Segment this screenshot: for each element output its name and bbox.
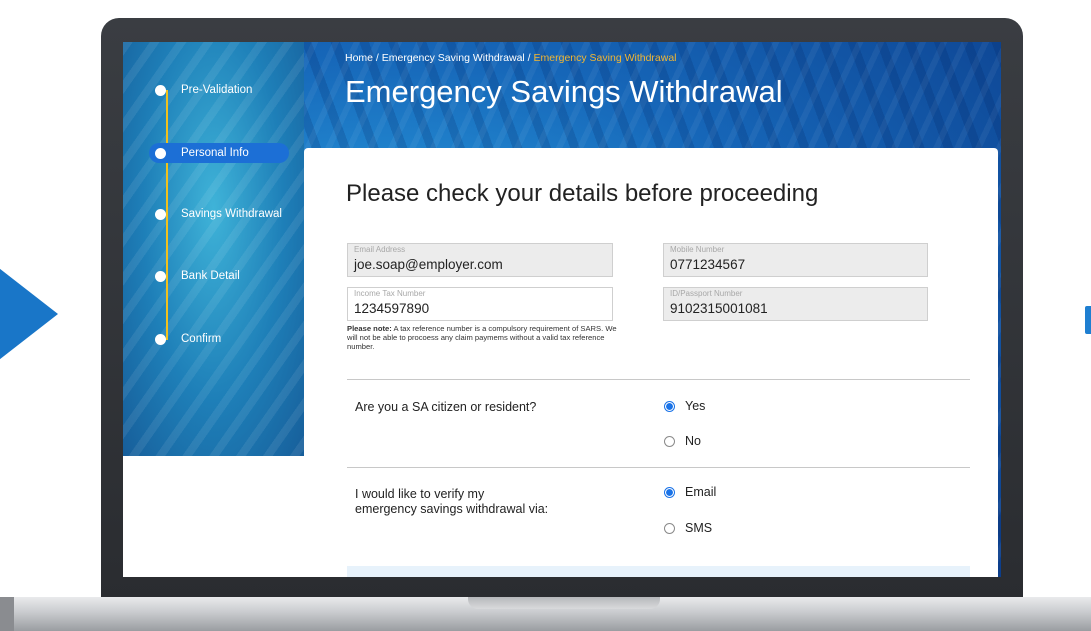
radio-unselected-icon: [664, 435, 675, 447]
step-dot: [155, 333, 166, 345]
tax-note-title: Please note:: [347, 324, 392, 333]
section-divider: [347, 379, 970, 380]
breadcrumb: Home / Emergency Saving Withdrawal / Eme…: [345, 52, 677, 64]
id-passport-field-label: ID/Passport Number: [670, 289, 743, 298]
email-field-value: joe.soap@employer.com: [354, 257, 503, 272]
step-pre-validation[interactable]: Pre-Validation: [155, 80, 295, 100]
page-canvas: Pre-Validation Personal Info Savings Wit…: [0, 0, 1091, 631]
decorative-arrow-left: [0, 258, 58, 370]
radio-label: No: [685, 434, 701, 448]
mobile-field-value: 0771234567: [670, 257, 746, 272]
verify-question-line1: I would like to verify my: [355, 487, 485, 501]
laptop-screen: Pre-Validation Personal Info Savings Wit…: [123, 42, 1001, 577]
income-tax-field-label: Income Tax Number: [354, 289, 426, 298]
step-bank-detail[interactable]: Bank Detail: [155, 266, 295, 286]
mobile-field: Mobile Number 0771234567: [663, 243, 928, 277]
step-label: Personal Info: [181, 147, 249, 159]
details-card: Please check your details before proceed…: [304, 148, 998, 577]
breadcrumb-home[interactable]: Home: [345, 52, 373, 64]
email-field-label: Email Address: [354, 245, 406, 254]
step-dot: [155, 147, 166, 159]
step-savings-withdrawal[interactable]: Savings Withdrawal: [155, 204, 295, 224]
id-passport-field: ID/Passport Number 9102315001081: [663, 287, 928, 321]
radio-citizen-yes[interactable]: Yes: [664, 399, 705, 413]
radio-verify-sms[interactable]: SMS: [664, 521, 712, 535]
step-dot: [155, 84, 166, 96]
radio-citizen-no[interactable]: No: [664, 434, 701, 448]
step-label: Pre-Validation: [181, 84, 253, 96]
laptop-notch: [468, 597, 660, 609]
verify-question-line2: emergency savings withdrawal via:: [355, 502, 549, 516]
id-passport-field-value: 9102315001081: [670, 301, 768, 316]
laptop-base: [0, 597, 1091, 631]
breadcrumb-current: Emergency Saving Withdrawal: [533, 52, 677, 64]
step-personal-info[interactable]: Personal Info: [149, 143, 289, 163]
mobile-field-label: Mobile Number: [670, 245, 725, 254]
section-divider: [347, 467, 970, 468]
radio-unselected-icon: [664, 522, 675, 534]
radio-selected-icon: [664, 486, 675, 498]
radio-selected-icon: [664, 400, 675, 412]
verify-question: I would like to verify my emergency savi…: [355, 487, 548, 517]
step-label: Bank Detail: [181, 270, 240, 282]
email-field: Email Address joe.soap@employer.com: [347, 243, 613, 277]
decorative-mark-right: [1085, 306, 1091, 334]
step-label: Savings Withdrawal: [181, 208, 282, 220]
info-banner: [347, 566, 970, 577]
laptop-base-edge: [0, 597, 14, 631]
radio-label: SMS: [685, 521, 713, 535]
radio-label: Yes: [685, 399, 706, 413]
breadcrumb-parent[interactable]: Emergency Saving Withdrawal: [382, 52, 525, 64]
step-confirm[interactable]: Confirm: [155, 329, 295, 349]
income-tax-field-value: 1234597890: [354, 301, 430, 316]
breadcrumb-separator: /: [373, 52, 382, 64]
radio-label: Email: [685, 485, 717, 499]
card-heading: Please check your details before proceed…: [346, 180, 819, 207]
step-dot: [155, 208, 166, 220]
breadcrumb-separator: /: [524, 52, 534, 64]
step-label: Confirm: [181, 333, 222, 345]
sidebar-bottom-panel: [123, 456, 304, 577]
income-tax-field[interactable]: Income Tax Number 1234597890: [347, 287, 613, 321]
page-title: Emergency Savings Withdrawal: [345, 74, 783, 109]
progress-stepper: Pre-Validation Personal Info Savings Wit…: [123, 42, 304, 456]
radio-verify-email[interactable]: Email: [664, 485, 716, 499]
step-dot: [155, 270, 166, 282]
citizen-question: Are you a SA citizen or resident?: [355, 400, 537, 414]
tax-note: Please note: A tax reference number is a…: [347, 324, 627, 352]
